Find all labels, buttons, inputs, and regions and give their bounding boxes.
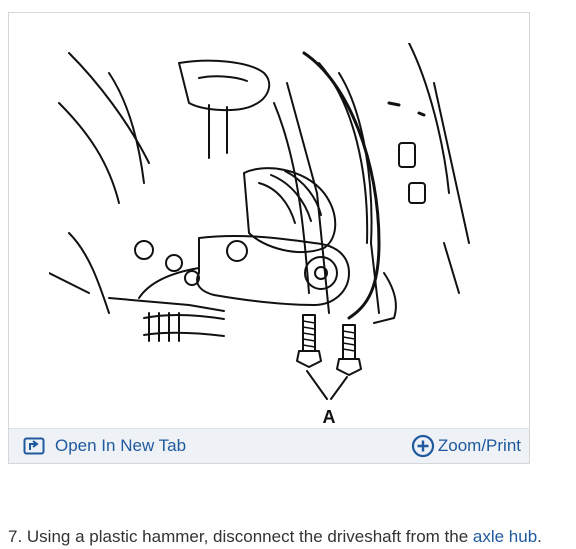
axle-hub-link[interactable]: axle hub: [473, 527, 537, 546]
instruction-suffix: .: [537, 527, 542, 546]
zoom-print-button[interactable]: Zoom/Print: [411, 434, 521, 458]
callout-label: A: [323, 407, 336, 427]
figure-footer: Open In New Tab Zoom/Print: [9, 428, 529, 463]
zoom-print-label: Zoom/Print: [437, 436, 521, 455]
figure-card: A Open In New Tab Zoom/Print: [8, 12, 530, 464]
instruction-step: 7. Using a plastic hammer, disconnect th…: [8, 527, 542, 547]
zoom-plus-icon: [411, 434, 434, 458]
open-new-tab-icon: [23, 437, 45, 455]
instruction-text: 7. Using a plastic hammer, disconnect th…: [8, 527, 473, 546]
open-in-new-tab-button[interactable]: Open In New Tab: [23, 435, 186, 457]
suspension-diagram: A: [49, 43, 470, 427]
open-in-new-tab-label: Open In New Tab: [55, 436, 187, 455]
